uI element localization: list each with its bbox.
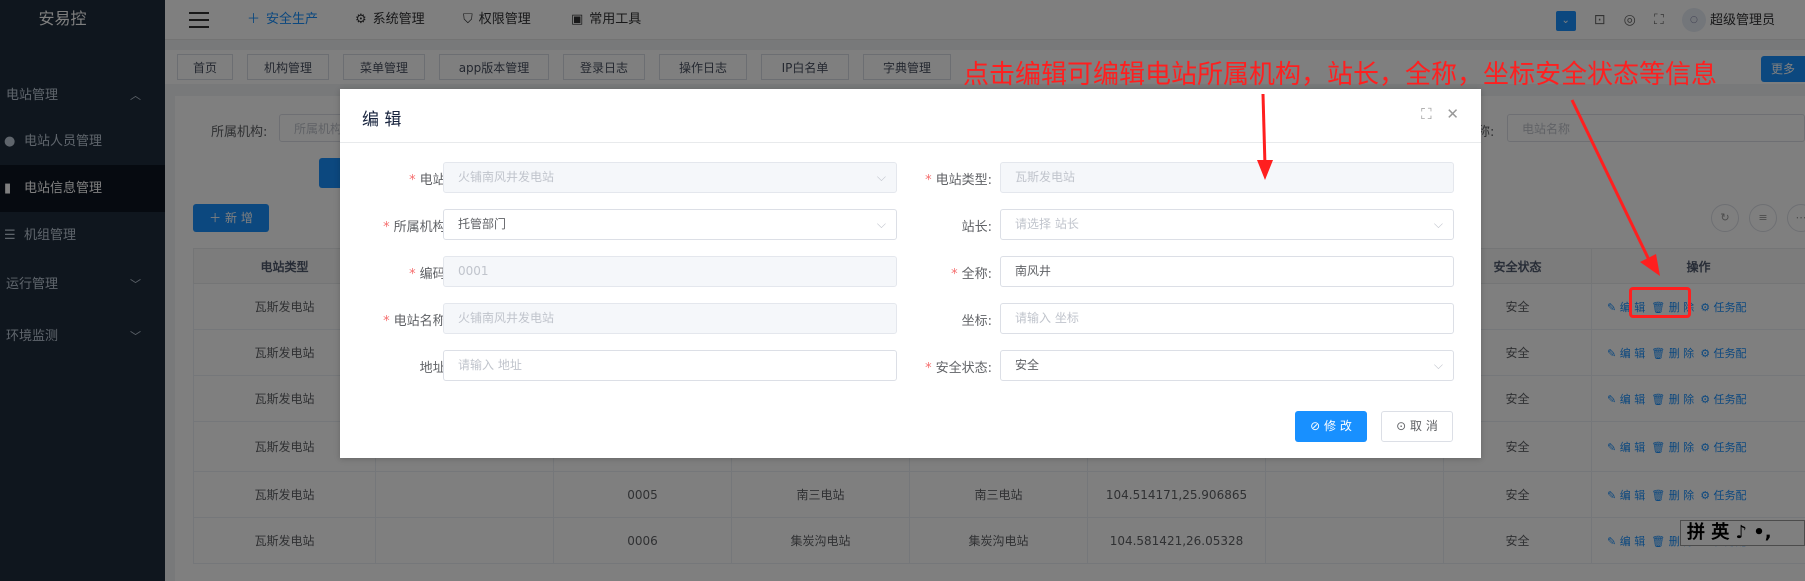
- station-name-field: 火铺南风井发电站: [443, 303, 897, 334]
- safety-label: * 安全状态:: [925, 361, 992, 376]
- code-field: 0001: [443, 256, 897, 287]
- full-name-input[interactable]: 南风井: [1000, 256, 1454, 287]
- address-label: 地址:: [419, 361, 450, 376]
- safety-select[interactable]: 安全 ⌵: [1000, 350, 1454, 381]
- station-select: 火铺南风井发电站 ⌵: [443, 162, 897, 193]
- check-circle-icon: ⊘: [1310, 419, 1325, 433]
- close-circle-icon: ⊙: [1396, 419, 1411, 433]
- cancel-button[interactable]: ⊙ 取 消: [1381, 411, 1453, 442]
- station-name-label: * 电站名称:: [383, 314, 450, 329]
- coord-label: 坐标:: [961, 314, 992, 329]
- maximize-icon[interactable]: ⛶: [1421, 105, 1432, 123]
- org-select[interactable]: 托管部门 ⌵: [443, 209, 897, 240]
- edit-dialog: 编 辑 ⛶ ✕ * 电站: 火铺南风井发电站 ⌵ * 电站类型: 瓦斯发电站 * 所属机…: [340, 89, 1481, 458]
- chevron-down-icon: ⌵: [1433, 358, 1443, 372]
- master-placeholder: 请选择 站长: [1015, 217, 1079, 231]
- close-icon[interactable]: ✕: [1446, 105, 1459, 123]
- station-label: * 电站:: [409, 173, 450, 188]
- org-label: * 所属机构:: [383, 220, 450, 235]
- code-label: * 编码:: [409, 267, 450, 282]
- dialog-title: 编 辑: [362, 110, 402, 130]
- annotation-text: 点击编辑可编辑电站所属机构，站长，全称，坐标安全状态等信息: [963, 60, 1718, 90]
- org-value: 托管部门: [458, 217, 507, 231]
- station-type-field: 瓦斯发电站: [1000, 162, 1454, 193]
- annotation-highlight-box: [1629, 287, 1691, 318]
- station-value: 火铺南风井发电站: [458, 170, 555, 184]
- submit-label: 修 改: [1324, 419, 1352, 433]
- master-select[interactable]: 请选择 站长 ⌵: [1000, 209, 1454, 240]
- station-type-label: * 电站类型:: [925, 173, 992, 188]
- chevron-down-icon: ⌵: [1433, 217, 1443, 231]
- coord-input[interactable]: 请输入 坐标: [1000, 303, 1454, 334]
- safety-value: 安全: [1015, 358, 1040, 372]
- address-input[interactable]: 请输入 地址: [443, 350, 897, 381]
- cancel-label: 取 消: [1410, 419, 1438, 433]
- full-name-label: * 全称:: [951, 267, 992, 282]
- master-label: 站长:: [961, 220, 992, 235]
- dialog-header: 编 辑 ⛶ ✕: [340, 89, 1481, 143]
- submit-button[interactable]: ⊘ 修 改: [1295, 411, 1367, 442]
